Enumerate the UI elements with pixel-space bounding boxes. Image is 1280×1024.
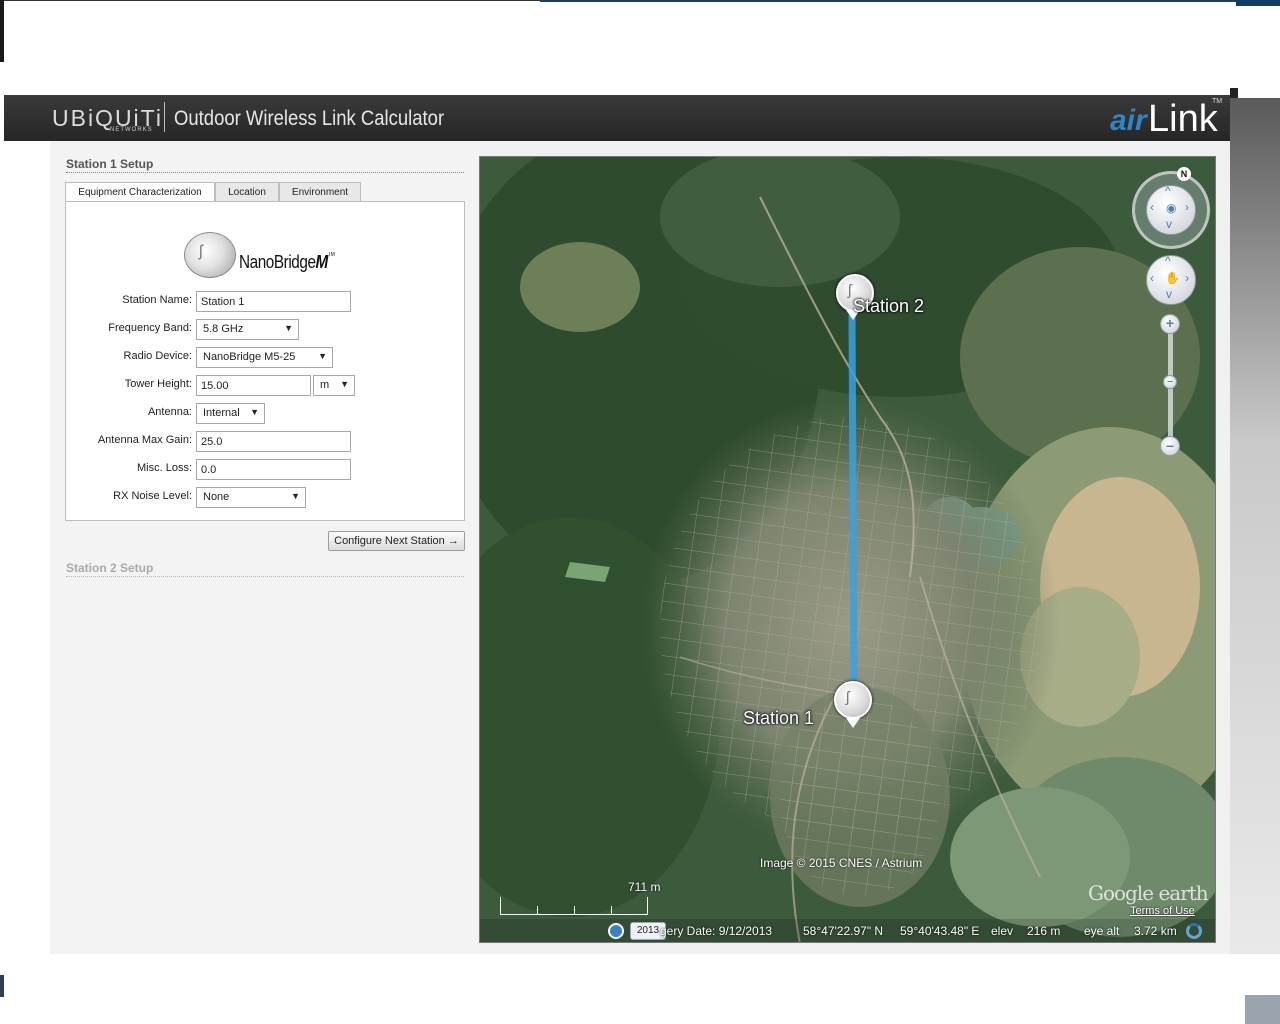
station1-section-title[interactable]: Station 1 Setup xyxy=(66,157,153,171)
window-corner xyxy=(1230,88,1238,98)
google-earth-map[interactable]: ʃ Station 2 ʃ Station 1 ^ ‹ › ◉ v N ^ ‹ … xyxy=(479,156,1216,943)
airlink-logo: air Link TM xyxy=(1110,98,1223,140)
imagery-date: gery Date: 9/12/2013 xyxy=(660,924,773,938)
antenna-max-gain-label: Antenna Max Gain: xyxy=(97,434,192,446)
brand-divider xyxy=(164,102,165,132)
station-name-row: Station Name: xyxy=(66,291,466,313)
pan-down-icon[interactable]: v xyxy=(1166,287,1172,301)
station1-section-rule xyxy=(66,172,464,173)
antenna-row: Antenna: Internal ▼ xyxy=(66,403,466,425)
radio-device-row: Radio Device: NanoBridge M5-25 ▼ xyxy=(66,347,466,369)
historical-imagery-icon[interactable] xyxy=(608,923,624,939)
antenna-select[interactable]: Internal ▼ xyxy=(196,403,265,424)
pan-up-icon[interactable]: ^ xyxy=(1165,254,1171,268)
elevation-value: 216 m xyxy=(1027,924,1061,938)
desktop-fragment xyxy=(0,0,4,62)
misc-loss-label: Misc. Loss: xyxy=(136,462,192,474)
equipment-tab-panel: ʃ NanoBridgeMTM Station Name: Frequency … xyxy=(65,201,465,521)
product-logo: ʃ NanoBridgeMTM xyxy=(184,232,354,282)
antenna-max-gain-input[interactable] xyxy=(196,431,351,452)
airlink-logo-link: Link xyxy=(1148,98,1218,140)
rx-noise-level-row: RX Noise Level: None ▼ xyxy=(66,487,466,509)
chevron-down-icon: ▼ xyxy=(284,323,293,333)
frequency-band-row: Frequency Band: 5.8 GHz ▼ xyxy=(66,319,466,341)
chevron-down-icon: ▼ xyxy=(340,379,349,389)
look-up-icon[interactable]: ^ xyxy=(1165,184,1171,198)
app-header: UBiQUiTi NETWORKS Outdoor Wireless Link … xyxy=(4,95,1230,141)
screen: UBiQUiTi NETWORKS Outdoor Wireless Link … xyxy=(0,0,1280,1024)
rx-noise-level-label: RX Noise Level: xyxy=(113,490,192,502)
taskbar-fragment-right xyxy=(1245,995,1280,1024)
station2-section-title[interactable]: Station 2 Setup xyxy=(66,561,153,575)
page-gutter-right xyxy=(1230,98,1280,954)
bottom-blank-area xyxy=(0,954,1245,1024)
imagery-credit: Image © 2015 CNES / Astrium xyxy=(760,856,923,870)
tower-height-label: Tower Height: xyxy=(124,378,192,390)
hand-icon: ✋ xyxy=(1165,271,1180,285)
taskbar-fragment xyxy=(540,0,1240,2)
streaming-progress-icon xyxy=(1186,923,1202,939)
longitude-readout: 59°40'43.48" E xyxy=(900,924,980,938)
antenna-max-gain-row: Antenna Max Gain: xyxy=(66,431,466,453)
tab-equipment-characterization[interactable]: Equipment Characterization xyxy=(65,182,215,203)
station2-section-rule xyxy=(66,576,464,577)
rx-noise-level-select[interactable]: None ▼ xyxy=(196,487,306,508)
scale-bar xyxy=(500,897,648,915)
radio-device-label: Radio Device: xyxy=(123,350,192,362)
product-name: NanoBridgeMTM xyxy=(239,252,335,272)
google-earth-logo: Google earth xyxy=(1088,881,1209,905)
north-indicator[interactable]: N xyxy=(1177,167,1191,181)
look-right-icon[interactable]: › xyxy=(1185,200,1189,214)
window-edge xyxy=(0,0,540,1)
setup-panel: Station 1 Setup Equipment Characterizati… xyxy=(50,141,480,954)
scale-label: 711 m xyxy=(628,880,661,894)
airlink-trademark: TM xyxy=(1212,98,1223,105)
tab-environment[interactable]: Environment xyxy=(279,182,361,202)
misc-loss-row: Misc. Loss: xyxy=(66,459,466,481)
ubiquiti-networks-text: NETWORKS xyxy=(110,127,153,133)
tower-height-input[interactable] xyxy=(196,375,311,396)
zoom-slider-handle[interactable]: – xyxy=(1163,375,1177,389)
airlink-logo-air: air xyxy=(1110,104,1147,137)
chevron-down-icon: ▼ xyxy=(318,351,327,361)
elevation-label: elev xyxy=(991,924,1014,938)
radio-device-select[interactable]: NanoBridge M5-25 ▼ xyxy=(196,347,333,368)
eye-icon: ◉ xyxy=(1166,201,1177,215)
frequency-band-select[interactable]: 5.8 GHz ▼ xyxy=(196,319,299,340)
look-down-icon[interactable]: v xyxy=(1166,217,1172,231)
tab-location[interactable]: Location xyxy=(215,182,279,202)
zoom-in-icon[interactable]: + xyxy=(1160,314,1180,334)
latitude-readout: 58°47'22.97" N xyxy=(803,924,884,938)
tower-height-row: Tower Height: m▼ xyxy=(66,375,466,397)
pan-right-icon[interactable]: › xyxy=(1185,271,1189,285)
misc-loss-input[interactable] xyxy=(196,459,351,480)
frequency-band-label: Frequency Band: xyxy=(108,322,192,334)
taskbar-fragment-left xyxy=(0,975,4,997)
look-left-icon[interactable]: ‹ xyxy=(1150,200,1154,214)
station1-marker-icon[interactable]: ʃ xyxy=(834,681,872,719)
page-title: Outdoor Wireless Link Calculator xyxy=(174,107,445,130)
pan-left-icon[interactable]: ‹ xyxy=(1150,271,1154,285)
tower-height-unit-select[interactable]: m ▼ xyxy=(313,375,355,396)
taskbar-corner xyxy=(1236,0,1280,6)
station1-marker-tail xyxy=(846,718,860,728)
configure-next-station-button[interactable]: Configure Next Station → xyxy=(328,531,465,551)
eye-altitude-value: 3.72 km xyxy=(1134,924,1177,938)
zoom-out-icon[interactable]: – xyxy=(1160,436,1180,456)
station2-map-label[interactable]: Station 2 xyxy=(853,296,924,317)
station1-map-label[interactable]: Station 1 xyxy=(743,708,814,729)
station-name-input[interactable] xyxy=(196,291,351,312)
chevron-down-icon: ▼ xyxy=(250,407,259,417)
chevron-down-icon: ▼ xyxy=(291,491,300,501)
dish-antenna-icon: ʃ xyxy=(184,232,236,278)
terms-of-use-link[interactable]: Terms of Use xyxy=(1130,905,1195,917)
antenna-label: Antenna: xyxy=(147,406,192,418)
eye-altitude-label: eye alt xyxy=(1084,924,1120,938)
station-name-label: Station Name: xyxy=(122,294,192,306)
